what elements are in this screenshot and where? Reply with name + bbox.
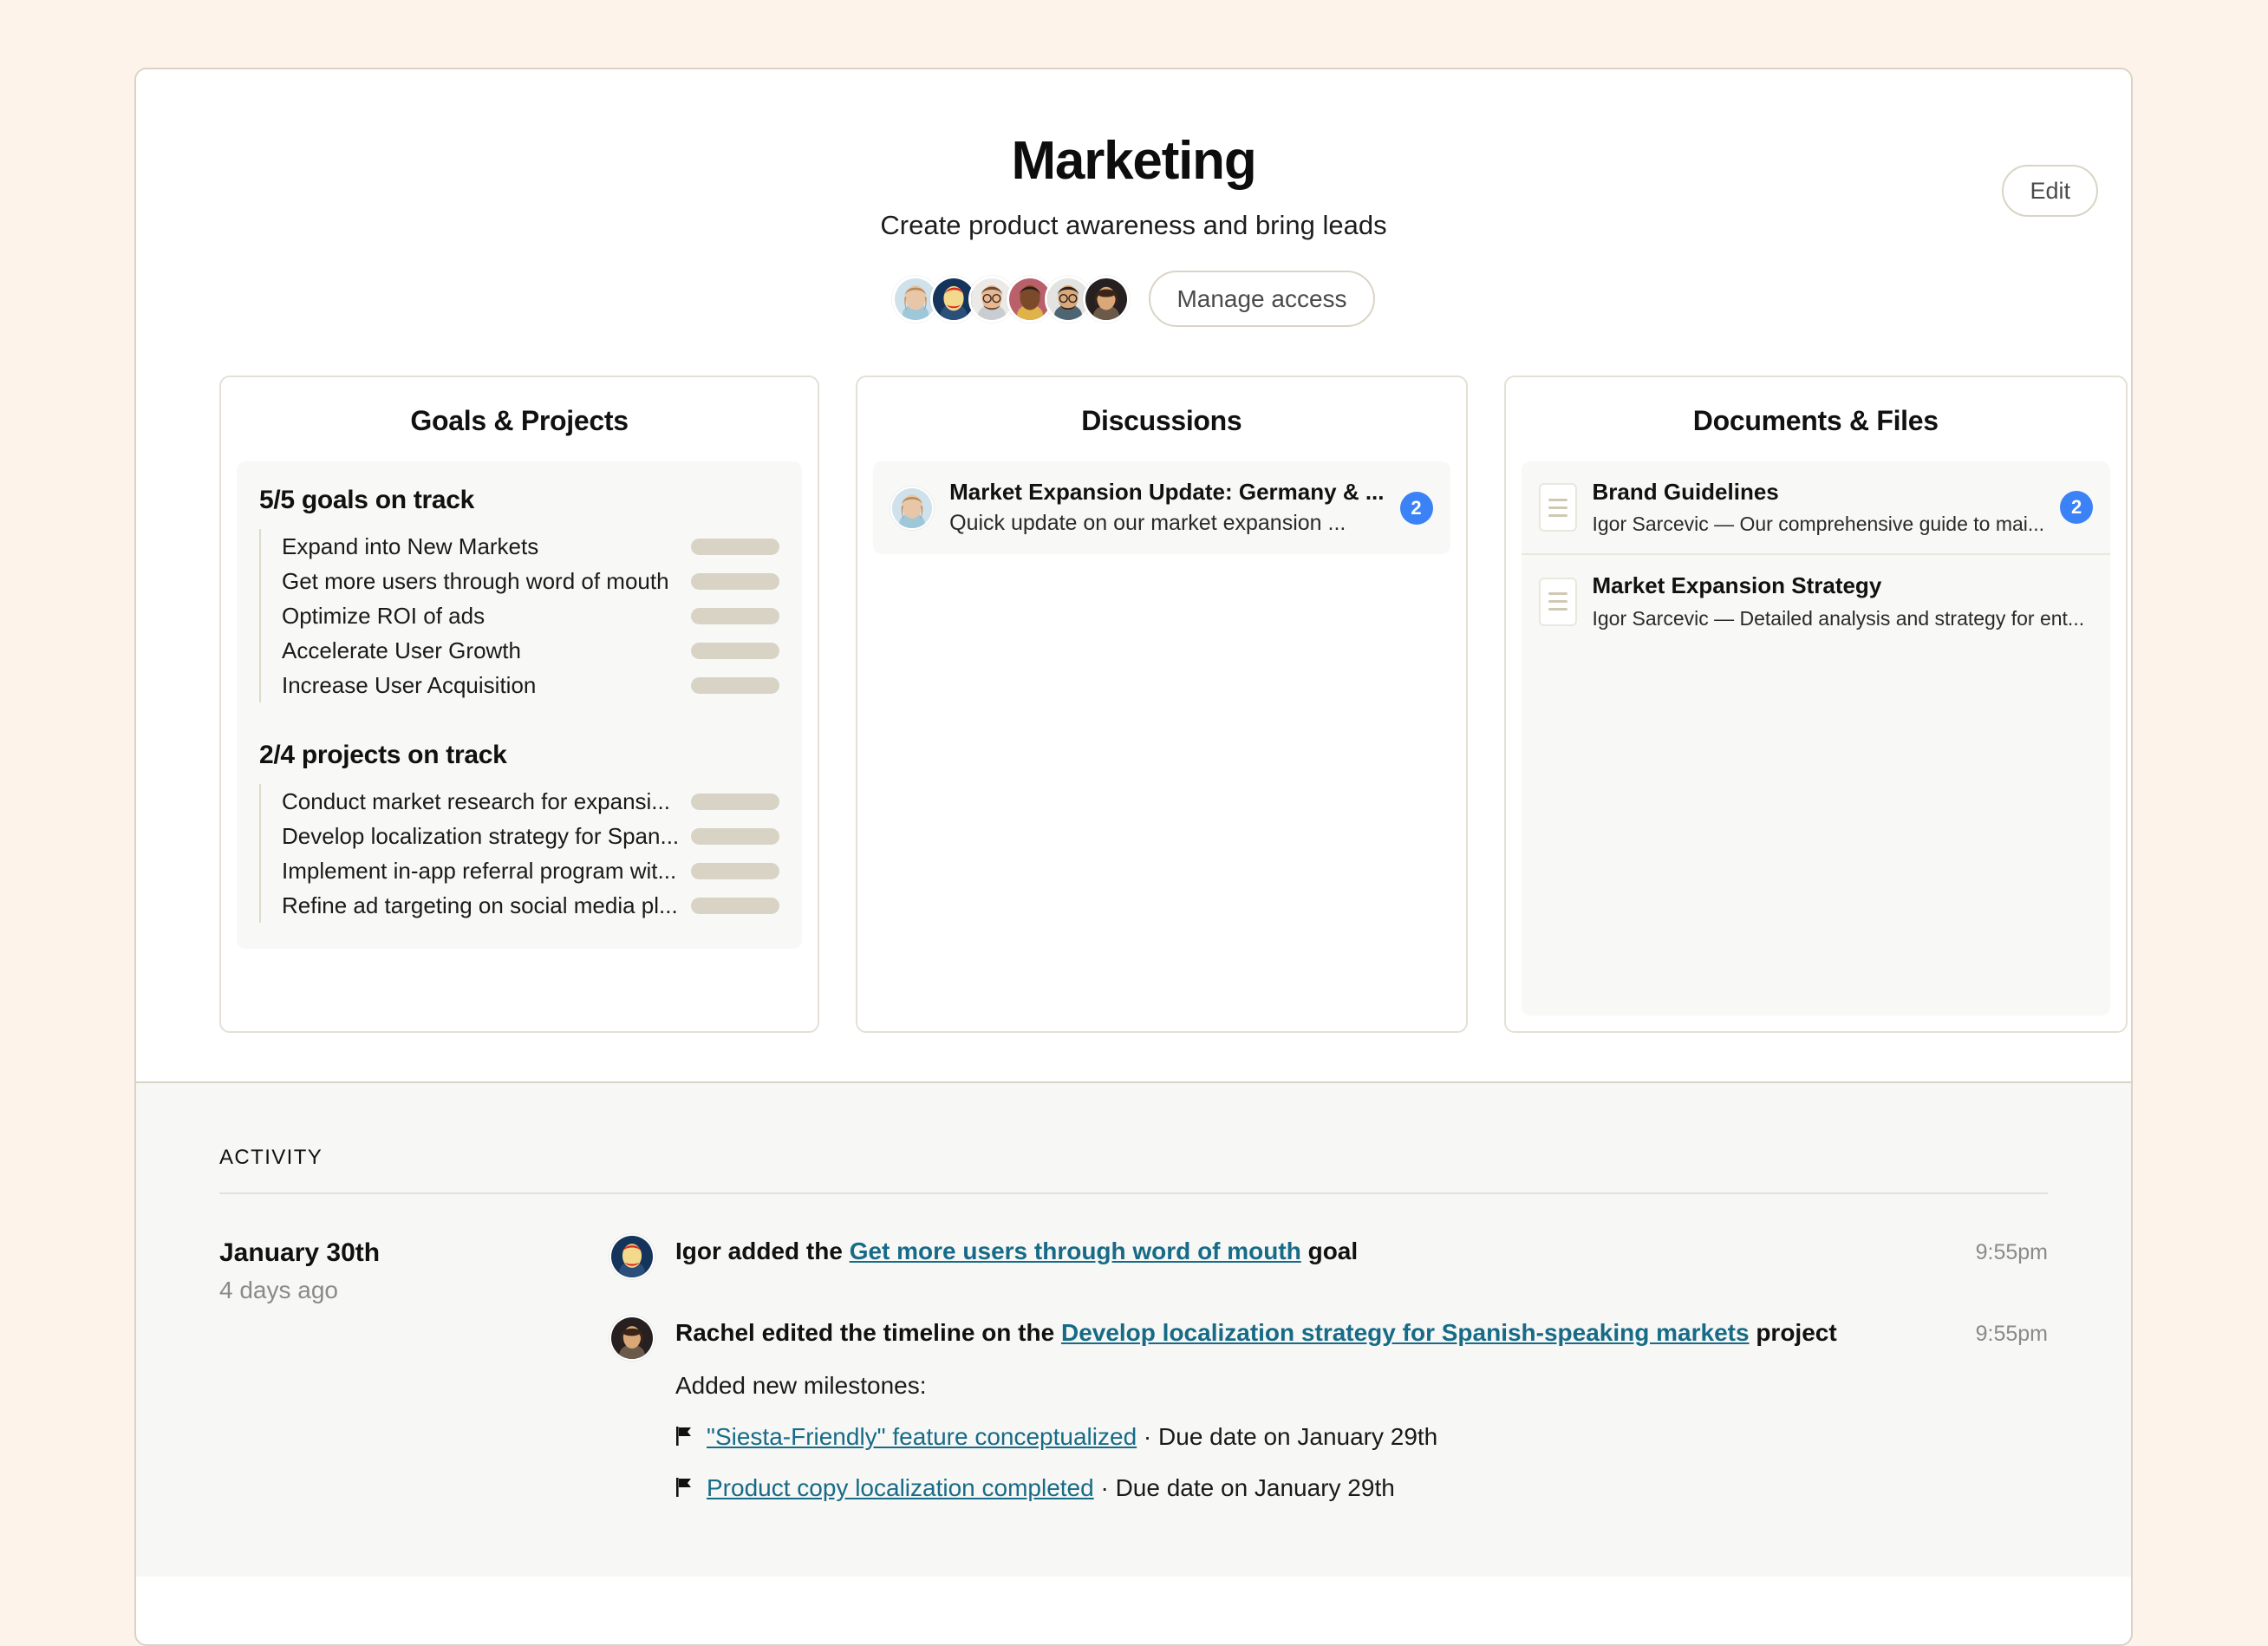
goals-panel: 5/5 goals on track Expand into New Marke… [237, 461, 802, 949]
activity-goal-link[interactable]: Get more users through word of mouth [850, 1238, 1301, 1264]
document-title: Brand Guidelines [1593, 477, 2045, 507]
goal-progress-bar [691, 539, 779, 555]
page-header: Edit Marketing Create product awareness … [136, 69, 2131, 369]
activity-suffix: goal [1301, 1238, 1358, 1264]
discussions-card: Discussions Market Expansion Update: Ger… [856, 376, 1467, 1033]
milestone-due-date: · Due date on January 29th [1094, 1474, 1395, 1501]
edit-button[interactable]: Edit [2002, 165, 2098, 217]
activity-section: ACTIVITY January 30th 4 days ago [136, 1081, 2131, 1577]
document-icon [1539, 483, 1577, 532]
milestone-link[interactable]: Product copy localization completed [707, 1474, 1094, 1501]
activity-prefix: Rachel edited the timeline on the [675, 1319, 1061, 1346]
document-title: Market Expansion Strategy [1593, 571, 2094, 601]
goal-label: Expand into New Markets [282, 533, 538, 560]
activity-entry-main: Igor added the Get more users through wo… [675, 1234, 2048, 1279]
activity-relative-date: 4 days ago [219, 1275, 609, 1306]
project-progress-bar [691, 898, 779, 914]
flag-icon [675, 1421, 694, 1457]
discussion-body: Market Expansion Update: Germany & ... Q… [949, 477, 1384, 539]
avatar [609, 1316, 655, 1361]
documents-list: Brand Guidelines Igor Sarcevic — Our com… [1522, 461, 2111, 1016]
card-title-documents: Documents & Files [1522, 405, 2111, 437]
discussion-preview: Quick update on our market expansion ... [949, 509, 1384, 539]
activity-entries: Igor added the Get more users through wo… [609, 1234, 2048, 1542]
goal-label: Get more users through word of mouth [282, 568, 669, 595]
project-progress-bar [691, 794, 779, 810]
document-meta: Igor Sarcevic — Detailed analysis and st… [1593, 604, 2094, 632]
project-row[interactable]: Implement in-app referral program wit... [282, 853, 779, 888]
goal-label: Accelerate User Growth [282, 637, 521, 664]
avatar[interactable] [1083, 276, 1130, 323]
activity-date: January 30th [219, 1236, 609, 1270]
goal-row[interactable]: Expand into New Markets [282, 529, 779, 564]
project-label: Refine ad targeting on social media pl..… [282, 892, 678, 919]
activity-group: January 30th 4 days ago Igor adde [219, 1234, 2048, 1542]
document-body: Brand Guidelines Igor Sarcevic — Our com… [1593, 477, 2045, 538]
activity-prefix: Igor added the [675, 1238, 850, 1264]
goals-list: Expand into New Markets Get more users t… [259, 529, 779, 702]
goal-row[interactable]: Accelerate User Growth [282, 633, 779, 668]
goal-row[interactable]: Optimize ROI of ads [282, 598, 779, 633]
documents-files-card: Documents & Files Brand Guidelines Igor … [1504, 376, 2128, 1033]
goal-progress-bar [691, 573, 779, 590]
milestone-row: "Siesta-Friendly" feature conceptualized… [675, 1420, 2048, 1455]
unread-count-badge: 2 [1400, 492, 1433, 525]
manage-access-button[interactable]: Manage access [1149, 271, 1374, 327]
discussion-title: Market Expansion Update: Germany & ... [949, 477, 1384, 507]
page-subtitle: Create product awareness and bring leads [136, 210, 2131, 241]
goals-on-track-heading: 5/5 goals on track [259, 486, 779, 515]
flag-icon [675, 1473, 694, 1508]
app-window: Edit Marketing Create product awareness … [134, 68, 2133, 1646]
project-progress-bar [691, 828, 779, 845]
project-progress-bar [691, 863, 779, 879]
cards-row: Goals & Projects 5/5 goals on track Expa… [136, 376, 2131, 1033]
project-row[interactable]: Conduct market research for expansi... [282, 784, 779, 819]
goals-projects-card: Goals & Projects 5/5 goals on track Expa… [219, 376, 819, 1033]
activity-entry-main: Rachel edited the timeline on the Develo… [675, 1316, 2048, 1506]
goal-row[interactable]: Get more users through word of mouth [282, 564, 779, 598]
activity-entry: Rachel edited the timeline on the Develo… [609, 1316, 2048, 1506]
document-item[interactable]: Brand Guidelines Igor Sarcevic — Our com… [1522, 461, 2111, 553]
activity-project-link[interactable]: Develop localization strategy for Spanis… [1061, 1319, 1750, 1346]
activity-heading: ACTIVITY [219, 1146, 2048, 1194]
document-body: Market Expansion Strategy Igor Sarcevic … [1593, 571, 2094, 631]
goal-progress-bar [691, 677, 779, 694]
avatar [609, 1234, 655, 1279]
member-avatar-group[interactable] [892, 276, 1130, 323]
activity-entry-text: Igor added the Get more users through wo… [675, 1234, 1358, 1268]
document-icon [1539, 578, 1577, 626]
people-row: Manage access [136, 271, 2131, 327]
goal-label: Optimize ROI of ads [282, 603, 485, 630]
activity-timestamp: 9:55pm [1976, 1322, 2048, 1347]
project-label: Develop localization strategy for Span..… [282, 823, 679, 850]
document-meta: Igor Sarcevic — Our comprehensive guide … [1593, 510, 2045, 538]
activity-date-column: January 30th 4 days ago [219, 1234, 609, 1542]
goal-row[interactable]: Increase User Acquisition [282, 668, 779, 702]
project-label: Conduct market research for expansi... [282, 788, 670, 815]
project-row[interactable]: Refine ad targeting on social media pl..… [282, 888, 779, 923]
projects-on-track-heading: 2/4 projects on track [259, 741, 779, 770]
avatar [890, 487, 934, 530]
activity-entry-text: Rachel edited the timeline on the Develo… [675, 1316, 1837, 1349]
project-row[interactable]: Develop localization strategy for Span..… [282, 819, 779, 853]
page-title: Marketing [136, 132, 2131, 191]
project-label: Implement in-app referral program wit... [282, 858, 676, 885]
projects-list: Conduct market research for expansi... D… [259, 784, 779, 923]
milestone-row: Product copy localization completed · Du… [675, 1471, 2048, 1506]
card-title-discussions: Discussions [873, 405, 1450, 437]
activity-timestamp: 9:55pm [1976, 1240, 2048, 1265]
goal-label: Increase User Acquisition [282, 672, 536, 699]
milestone-due-date: · Due date on January 29th [1137, 1423, 1437, 1450]
activity-entry: Igor added the Get more users through wo… [609, 1234, 2048, 1279]
card-title-goals: Goals & Projects [237, 405, 802, 437]
document-item[interactable]: Market Expansion Strategy Igor Sarcevic … [1522, 553, 2111, 647]
goal-progress-bar [691, 643, 779, 659]
discussion-item[interactable]: Market Expansion Update: Germany & ... Q… [873, 461, 1450, 554]
activity-detail-text: Added new milestones: [675, 1368, 2048, 1404]
milestone-link[interactable]: "Siesta-Friendly" feature conceptualized [707, 1423, 1137, 1450]
unread-count-badge: 2 [2060, 491, 2093, 524]
activity-suffix: project [1750, 1319, 1837, 1346]
goal-progress-bar [691, 608, 779, 624]
